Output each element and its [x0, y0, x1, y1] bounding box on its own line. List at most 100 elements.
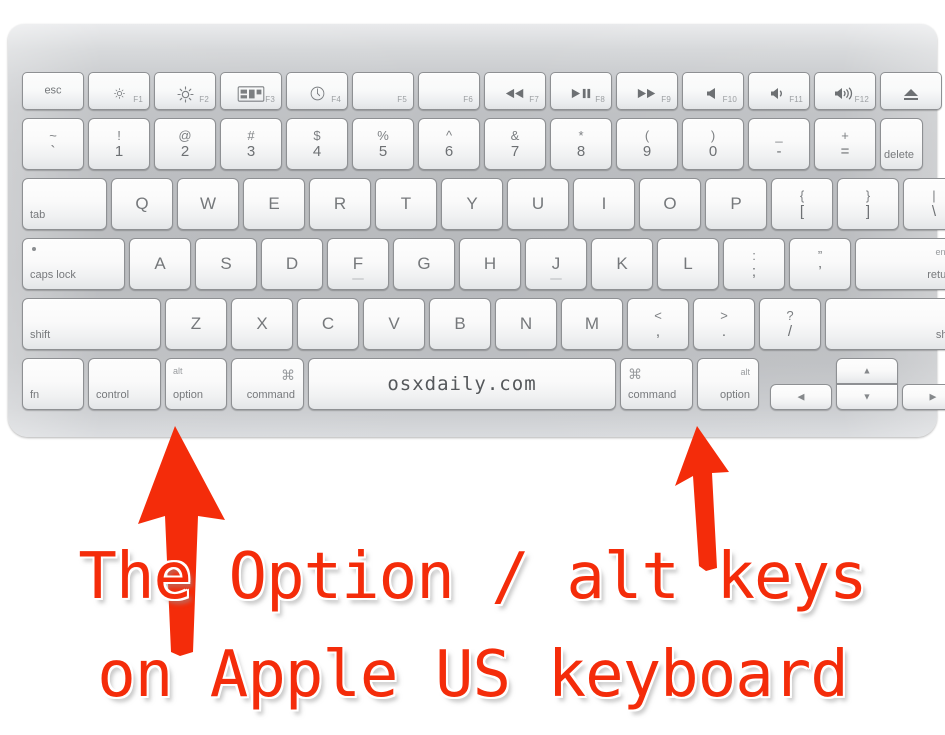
key-slash[interactable]: ? /: [759, 298, 821, 350]
key-f2[interactable]: F2: [154, 72, 216, 110]
key-bracket-left[interactable]: { [: [771, 178, 833, 230]
key-tilde-shift-label: ~: [49, 128, 57, 143]
key-delete[interactable]: delete: [880, 118, 923, 170]
key-f1[interactable]: F1: [88, 72, 150, 110]
key-equal[interactable]: + =: [814, 118, 876, 170]
key-comma[interactable]: < ,: [627, 298, 689, 350]
key-period[interactable]: > .: [693, 298, 755, 350]
key-5[interactable]: % 5: [352, 118, 414, 170]
key-u[interactable]: U: [507, 178, 569, 230]
key-space[interactable]: osxdaily.com: [308, 358, 616, 410]
key-r-label: R: [333, 194, 347, 213]
key-f12[interactable]: F12: [814, 72, 876, 110]
key-control-left[interactable]: control: [88, 358, 161, 410]
key-f8[interactable]: F8: [550, 72, 612, 110]
key-8[interactable]: * 8: [550, 118, 612, 170]
key-shift-right-label: shift: [935, 329, 945, 341]
key-comma-base-label: ,: [655, 323, 661, 340]
key-3[interactable]: # 3: [220, 118, 282, 170]
key-6-shift-label: ^: [445, 128, 453, 143]
key-s[interactable]: S: [195, 238, 257, 290]
key-tab[interactable]: tab: [22, 178, 107, 230]
key-return[interactable]: enter return: [855, 238, 945, 290]
key-j[interactable]: J: [525, 238, 587, 290]
key-b[interactable]: B: [429, 298, 491, 350]
key-option-right[interactable]: alt option: [697, 358, 759, 410]
key-f6[interactable]: F6: [418, 72, 480, 110]
key-eject[interactable]: [880, 72, 942, 110]
key-c[interactable]: C: [297, 298, 359, 350]
key-4-base-label: 4: [312, 143, 322, 160]
key-semicolon[interactable]: : ;: [723, 238, 785, 290]
key-minus[interactable]: _ -: [748, 118, 810, 170]
key-f11[interactable]: F11: [748, 72, 810, 110]
key-return-label: return: [927, 269, 945, 281]
home-position-bump-icon: [352, 278, 364, 280]
key-f10[interactable]: F10: [682, 72, 744, 110]
key-command-left[interactable]: ⌘ command: [231, 358, 304, 410]
key-p[interactable]: P: [705, 178, 767, 230]
key-o[interactable]: O: [639, 178, 701, 230]
key-f4-fn-label: F4: [331, 95, 341, 104]
key-option-right-label: option: [720, 389, 750, 401]
key-8-shift-label: *: [578, 128, 584, 143]
key-option-left[interactable]: alt option: [165, 358, 227, 410]
key-f7[interactable]: F7: [484, 72, 546, 110]
key-z[interactable]: Z: [165, 298, 227, 350]
key-arrow-down[interactable]: ▼: [836, 384, 898, 410]
key-shift-right[interactable]: shift: [825, 298, 945, 350]
key-7-shift-label: &: [510, 128, 520, 143]
key-arrow-right[interactable]: ▶: [902, 384, 945, 410]
key-m[interactable]: M: [561, 298, 623, 350]
key-e[interactable]: E: [243, 178, 305, 230]
key-g[interactable]: G: [393, 238, 455, 290]
key-f3[interactable]: F3: [220, 72, 282, 110]
key-command-right[interactable]: ⌘ command: [620, 358, 693, 410]
caption-block: The Option / alt keys on Apple US keyboa…: [0, 528, 945, 724]
key-return-enter-label: enter: [935, 247, 945, 257]
key-v[interactable]: V: [363, 298, 425, 350]
key-tilde[interactable]: ~ `: [22, 118, 84, 170]
key-f4[interactable]: F4: [286, 72, 348, 110]
arrow-left-icon: ◀: [797, 391, 805, 402]
key-fn[interactable]: fn: [22, 358, 84, 410]
key-backslash[interactable]: | \: [903, 178, 945, 230]
key-f1-fn-label: F1: [133, 95, 143, 104]
key-k[interactable]: K: [591, 238, 653, 290]
key-h-label: H: [483, 254, 497, 273]
key-0[interactable]: ) 0: [682, 118, 744, 170]
key-f9[interactable]: F9: [616, 72, 678, 110]
key-d-label: D: [285, 254, 299, 273]
key-r[interactable]: R: [309, 178, 371, 230]
key-shift-left[interactable]: shift: [22, 298, 161, 350]
key-7[interactable]: & 7: [484, 118, 546, 170]
key-l[interactable]: L: [657, 238, 719, 290]
key-delete-label: delete: [884, 149, 914, 161]
key-2[interactable]: @ 2: [154, 118, 216, 170]
key-q[interactable]: Q: [111, 178, 173, 230]
key-6[interactable]: ^ 6: [418, 118, 480, 170]
key-y[interactable]: Y: [441, 178, 503, 230]
key-a[interactable]: A: [129, 238, 191, 290]
key-4[interactable]: $ 4: [286, 118, 348, 170]
key-caps-lock[interactable]: caps lock: [22, 238, 125, 290]
key-w[interactable]: W: [177, 178, 239, 230]
key-quote-shift-label: ”: [817, 248, 823, 263]
key-1[interactable]: ! 1: [88, 118, 150, 170]
key-bracket-right[interactable]: } ]: [837, 178, 899, 230]
key-f3-fn-label: F3: [265, 95, 275, 104]
key-arrow-up[interactable]: ▲: [836, 358, 898, 384]
key-quote[interactable]: ” ’: [789, 238, 851, 290]
key-f[interactable]: F: [327, 238, 389, 290]
key-d[interactable]: D: [261, 238, 323, 290]
key-h[interactable]: H: [459, 238, 521, 290]
eject-icon: [881, 86, 941, 101]
key-9[interactable]: ( 9: [616, 118, 678, 170]
key-x[interactable]: X: [231, 298, 293, 350]
key-n[interactable]: N: [495, 298, 557, 350]
key-i[interactable]: I: [573, 178, 635, 230]
key-t[interactable]: T: [375, 178, 437, 230]
key-arrow-left[interactable]: ◀: [770, 384, 832, 410]
key-f5[interactable]: F5: [352, 72, 414, 110]
key-esc[interactable]: esc: [22, 72, 84, 110]
